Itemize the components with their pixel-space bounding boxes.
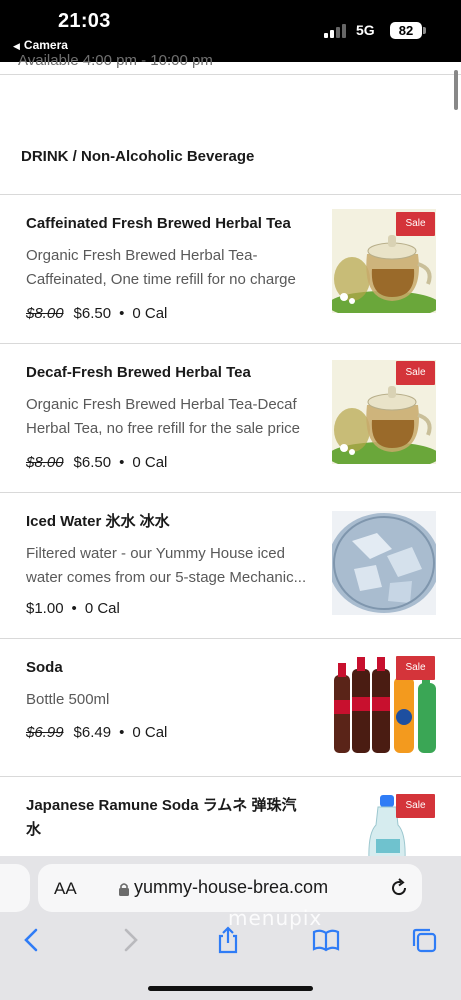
menu-item-caffeinated-tea[interactable]: Caffeinated Fresh Brewed Herbal Tea Orga… — [0, 195, 461, 344]
address-bar[interactable]: AA yummy-house-brea.com — [38, 864, 422, 912]
item-name: Iced Water 氷水 冰水 — [26, 513, 170, 530]
scrollbar[interactable] — [454, 70, 458, 110]
tabs-icon[interactable] — [410, 926, 438, 954]
menu-item-iced-water[interactable]: Iced Water 氷水 冰水 Filtered water - our Yu… — [0, 493, 461, 639]
old-price: $8.00 — [26, 454, 64, 471]
item-name: Japanese Ramune Soda ラムネ 弹珠汽水 — [26, 797, 297, 838]
sale-price: $6.50 — [73, 305, 112, 322]
old-price: $8.00 — [26, 305, 64, 322]
section-title: DRINK / Non-Alcoholic Beverage — [21, 148, 255, 165]
item-description-line: water comes from our 5-stage Mechanic... — [26, 569, 307, 586]
item-name: Decaf-Fresh Brewed Herbal Tea — [26, 364, 251, 381]
item-description-line: Filtered water - our Yummy House iced — [26, 545, 285, 562]
browser-toolbar: AA yummy-house-brea.com menupix — [0, 856, 461, 1000]
sale-badge: Sale — [396, 212, 435, 236]
item-description: Bottle 500ml — [26, 691, 110, 708]
lock-icon — [119, 883, 129, 896]
back-arrow-icon: ◀ — [13, 41, 20, 51]
calories: 0 Cal — [132, 454, 168, 471]
item-description: Filtered water - our Yummy House iced wa… — [26, 542, 326, 590]
divider — [0, 74, 461, 75]
iced-water-image — [332, 511, 436, 615]
network-label: 5G — [356, 22, 375, 38]
text-size-label: AA — [54, 879, 77, 898]
back-icon[interactable] — [18, 926, 46, 954]
item-price: $1.00 • 0 Cal — [26, 600, 120, 617]
sale-badge: Sale — [396, 361, 435, 385]
sale-badge: Sale — [396, 656, 435, 680]
item-price: $6.99 $6.49 • 0 Cal — [26, 724, 168, 741]
price: $1.00 — [26, 600, 64, 617]
availability-text: Available 4:00 pm - 10:00 pm — [18, 52, 213, 68]
status-time: 21:03 — [58, 10, 111, 32]
forward-icon[interactable] — [116, 926, 144, 954]
calories: 0 Cal — [132, 305, 168, 322]
bookmarks-icon[interactable] — [312, 926, 340, 954]
battery-tip — [423, 27, 426, 34]
old-price: $6.99 — [26, 724, 64, 741]
url-text[interactable]: yummy-house-brea.com — [134, 877, 328, 898]
back-app-label: Camera — [23, 38, 68, 52]
menu-item-soda[interactable]: Soda Bottle 500ml $6.99 $6.49 • 0 Cal Sale — [0, 639, 461, 777]
reload-icon[interactable] — [388, 877, 410, 899]
share-icon[interactable] — [214, 926, 242, 954]
text-size-button[interactable]: AA — [54, 879, 77, 899]
signal-icon — [324, 24, 348, 38]
sale-price: $6.50 — [73, 454, 112, 471]
sale-price: $6.49 — [73, 724, 112, 741]
back-to-app-link[interactable]: ◀ Camera — [13, 38, 68, 52]
item-name: Soda — [26, 659, 63, 676]
battery-icon: 82 — [390, 22, 422, 39]
item-description: Organic Fresh Brewed Herbal Tea-Decaf He… — [26, 396, 301, 437]
previous-tab-preview[interactable] — [0, 864, 30, 912]
sale-badge: Sale — [396, 794, 435, 818]
watermark-text: menupix — [228, 906, 323, 930]
item-name: Caffeinated Fresh Brewed Herbal Tea — [26, 215, 291, 232]
calories: 0 Cal — [132, 724, 168, 741]
item-price: $8.00 $6.50 • 0 Cal — [26, 454, 168, 471]
item-price: $8.00 $6.50 • 0 Cal — [26, 305, 168, 322]
item-description: Organic Fresh Brewed Herbal Tea-Caffeina… — [26, 247, 296, 288]
home-indicator[interactable] — [148, 986, 313, 991]
calories: 0 Cal — [84, 600, 120, 617]
menu-item-decaf-tea[interactable]: Decaf-Fresh Brewed Herbal Tea Organic Fr… — [0, 344, 461, 493]
